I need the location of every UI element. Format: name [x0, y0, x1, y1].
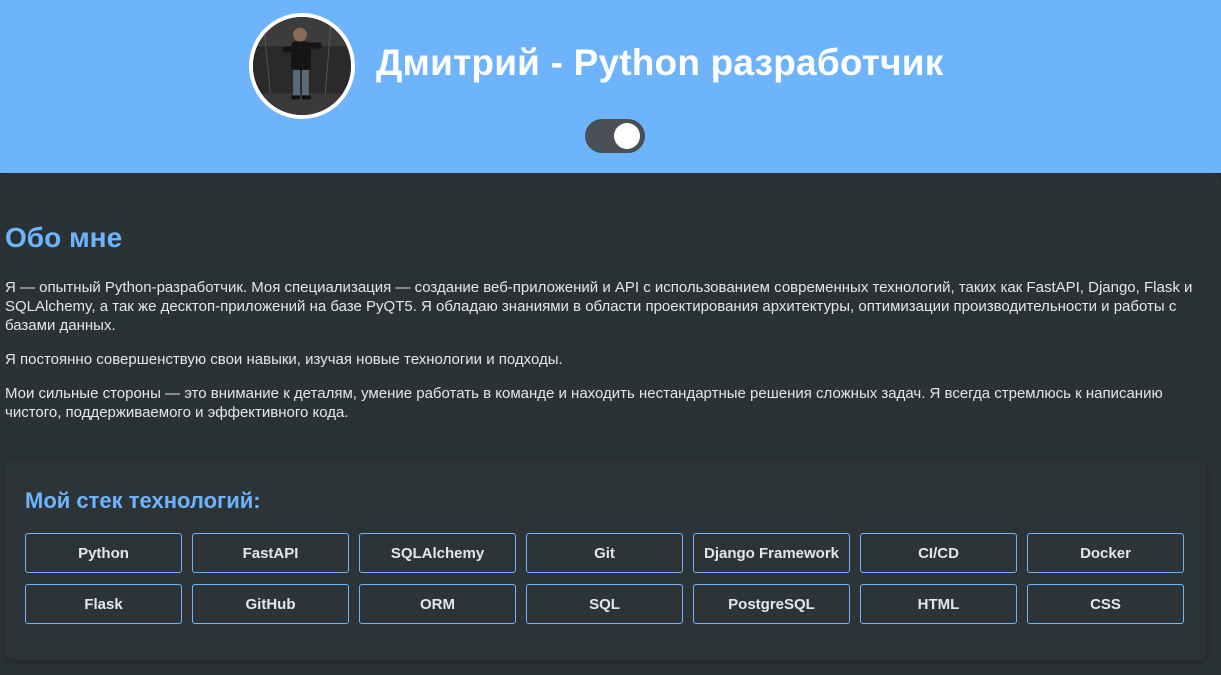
tech-stack-card: Мой стек технологий: Python FastAPI SQLA… [5, 460, 1206, 660]
tech-badge-docker: Docker [1027, 533, 1184, 573]
stack-title: Мой стек технологий: [25, 488, 261, 513]
site-header: Дмитрий - Python разработчик [0, 0, 1221, 173]
tech-badge-css: CSS [1027, 584, 1184, 624]
avatar [249, 13, 355, 119]
tech-badge-python: Python [25, 533, 182, 573]
about-paragraph: Я — опытный Python-разработчик. Моя спец… [5, 279, 1193, 334]
tech-badge-orm: ORM [359, 584, 516, 624]
theme-toggle[interactable] [585, 119, 645, 153]
about-paragraph: Мои сильные стороны — это внимание к дет… [5, 385, 1163, 421]
about-title: Обо мне [5, 222, 123, 253]
tech-badge-fastapi: FastAPI [192, 533, 349, 573]
main-content: Обо мне Я — опытный Python-разработчик. … [0, 173, 1221, 675]
tech-badge-html: HTML [860, 584, 1017, 624]
tech-badge-cicd: CI/CD [860, 533, 1017, 573]
about-paragraph: Я постоянно совершенствую свои навыки, и… [5, 351, 563, 368]
tech-badge-postgresql: PostgreSQL [693, 584, 850, 624]
about-text: Я — опытный Python-разработчик. Моя спец… [5, 278, 1205, 437]
tech-badge-github: GitHub [192, 584, 349, 624]
tech-badge-git: Git [526, 533, 683, 573]
tech-badge-flask: Flask [25, 584, 182, 624]
tech-badge-django: Django Framework [693, 533, 850, 573]
page-title: Дмитрий - Python разработчик [376, 42, 944, 83]
tech-badge-sqlalchemy: SQLAlchemy [359, 533, 516, 573]
tech-badge-sql: SQL [526, 584, 683, 624]
tech-stack-grid: Python FastAPI SQLAlchemy Git Django Fra… [25, 533, 1184, 624]
toggle-knob[interactable] [614, 123, 640, 149]
avatar-photo-icon [253, 17, 351, 115]
